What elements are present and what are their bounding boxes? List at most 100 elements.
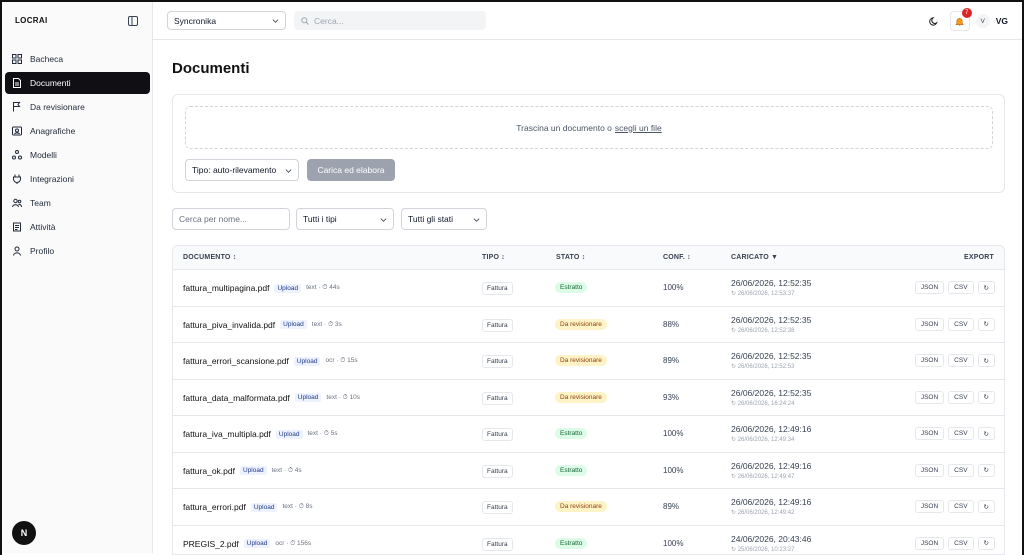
company-select-value: Syncronika bbox=[174, 15, 217, 26]
export-csv-button[interactable]: CSV bbox=[948, 500, 974, 513]
confidence-value: 100% bbox=[663, 538, 684, 548]
processing-meta: ocr · ⏱ 15s bbox=[325, 357, 358, 364]
export-csv-button[interactable]: CSV bbox=[948, 317, 974, 331]
export-json-button[interactable]: JSON bbox=[914, 463, 945, 477]
reprocess-button[interactable]: ↻ bbox=[977, 281, 995, 294]
table-row[interactable]: fattura_errori_scansione.pdf Upload ocr · … bbox=[173, 343, 1004, 380]
reprocess-button[interactable]: ↻ bbox=[977, 354, 995, 367]
table-row[interactable]: fattura_errori.pdf Upload text · ⏱ 8s Fattu… bbox=[173, 489, 1004, 526]
col-tipo[interactable]: TIPO ↕ bbox=[482, 254, 505, 261]
reprocess-button[interactable]: ↻ bbox=[977, 500, 995, 513]
uploaded-cell: 26/06/2026, 12:49:16 ↻ 26/06/2026, 12:49:… bbox=[731, 497, 811, 516]
document-cell: fattura_errori.pdf Upload text · ⏱ 8s bbox=[183, 502, 312, 512]
export-csv-button[interactable]: CSV bbox=[948, 390, 974, 404]
sidebar-item-modelli[interactable]: Modelli bbox=[5, 144, 150, 166]
uploaded-date: 26/06/2026, 12:49:16 bbox=[731, 424, 812, 434]
col-caricato[interactable]: CARICATO ▼ bbox=[731, 254, 778, 261]
source-badge: Upload bbox=[250, 502, 278, 512]
updated-date: ↻ 26/06/2026, 12:49:42 bbox=[731, 510, 795, 516]
table-row[interactable]: fattura_data_malformata.pdf Upload text · … bbox=[173, 380, 1004, 416]
sidebar-item-da-revisionare[interactable]: Da revisionare bbox=[5, 96, 150, 118]
reprocess-button[interactable]: ↻ bbox=[977, 317, 995, 331]
uploaded-cell: 26/06/2026, 12:52:35 ↻ 26/06/2026, 12:52:… bbox=[731, 351, 811, 370]
document-name[interactable]: fattura_multipagina.pdf bbox=[183, 283, 269, 293]
sidebar-item-attivita[interactable]: Attività bbox=[5, 216, 150, 238]
document-cell: fattura_multipagina.pdf Upload text · ⏱ 44… bbox=[183, 283, 340, 293]
col-documento[interactable]: DOCUMENTO ↕ bbox=[183, 254, 236, 261]
notifications-badge: 7 bbox=[961, 8, 972, 18]
export-json-button[interactable]: JSON bbox=[914, 536, 945, 550]
state-filter-value: Tutti gli stati bbox=[408, 214, 454, 224]
export-json-button[interactable]: JSON bbox=[914, 317, 945, 331]
sidebar-item-label: Da revisionare bbox=[30, 102, 85, 112]
document-name[interactable]: fattura_errori_scansione.pdf bbox=[183, 356, 289, 366]
state-filter-select[interactable]: Tutti gli stati bbox=[401, 208, 487, 230]
export-actions: JSON CSV ↻ bbox=[914, 281, 995, 294]
uploaded-date: 24/06/2026, 20:43:46 bbox=[731, 533, 812, 544]
processing-meta: text · ⏱ 4s bbox=[271, 466, 302, 474]
sidebar-item-profilo[interactable]: Profilo bbox=[5, 240, 150, 262]
export-json-button[interactable]: JSON bbox=[914, 281, 945, 294]
export-json-button[interactable]: JSON bbox=[914, 390, 945, 404]
status-badge: Da revisionare bbox=[555, 391, 607, 403]
table-row[interactable]: fattura_iva_multipla.pdf Upload text · ⏱ 5… bbox=[173, 416, 1004, 453]
reprocess-button[interactable]: ↻ bbox=[977, 536, 995, 550]
col-stato[interactable]: STATO ↕ bbox=[556, 254, 585, 261]
document-name[interactable]: PREGIS_2.pdf bbox=[183, 539, 239, 549]
search-input[interactable]: Cerca... bbox=[294, 11, 486, 30]
company-select[interactable]: Syncronika bbox=[167, 11, 286, 30]
document-type-select[interactable]: Tipo: auto-rilevamento bbox=[185, 159, 299, 181]
page-title: Documenti bbox=[172, 60, 250, 77]
bell-icon bbox=[955, 17, 964, 25]
sidebar-item-anagrafiche[interactable]: Anagrafiche bbox=[5, 120, 150, 142]
sidebar-item-team[interactable]: Team bbox=[5, 192, 150, 214]
choose-file-link[interactable]: scegli un file bbox=[615, 123, 662, 133]
export-actions: JSON CSV ↻ bbox=[914, 500, 995, 513]
file-dropzone[interactable]: Trascina un documento o scegli un file bbox=[185, 106, 993, 149]
document-name[interactable]: fattura_piva_invalida.pdf bbox=[183, 320, 275, 330]
reprocess-button[interactable]: ↻ bbox=[977, 427, 995, 440]
document-name[interactable]: fattura_iva_multipla.pdf bbox=[183, 429, 271, 439]
notifications-button[interactable]: 7 bbox=[949, 8, 972, 31]
document-name[interactable]: fattura_data_malformata.pdf bbox=[183, 393, 290, 403]
document-name[interactable]: fattura_errori.pdf bbox=[183, 502, 246, 512]
table-row[interactable]: fattura_ok.pdf Upload text · ⏱ 4s Fattura Es… bbox=[173, 453, 1004, 489]
sidebar-item-documenti[interactable]: Documenti bbox=[5, 72, 150, 94]
table-row[interactable]: fattura_piva_invalida.pdf Upload text · ⏱ … bbox=[173, 307, 1004, 343]
export-json-button[interactable]: JSON bbox=[914, 500, 945, 513]
export-csv-button[interactable]: CSV bbox=[948, 281, 974, 294]
sidebar-item-integrazioni[interactable]: Integrazioni bbox=[5, 168, 150, 190]
table-row[interactable]: PREGIS_2.pdf Upload ocr · ⏱ 156s Fattura Est… bbox=[173, 526, 1004, 555]
user-initials[interactable]: VG bbox=[996, 16, 1008, 26]
export-json-button[interactable]: JSON bbox=[914, 427, 945, 440]
theme-toggle-button[interactable] bbox=[924, 11, 944, 31]
export-csv-button[interactable]: CSV bbox=[948, 463, 974, 477]
search-placeholder: Cerca... bbox=[314, 15, 344, 26]
framework-logo[interactable]: N bbox=[12, 521, 36, 545]
reprocess-button[interactable]: ↻ bbox=[977, 390, 995, 404]
sidebar-item-label: Bacheca bbox=[30, 54, 64, 64]
document-name[interactable]: fattura_ok.pdf bbox=[183, 466, 235, 476]
export-json-button[interactable]: JSON bbox=[914, 354, 945, 367]
sidebar-collapse-icon[interactable] bbox=[128, 16, 138, 26]
topbar-actions: 7 V VG bbox=[924, 8, 1008, 31]
avatar[interactable]: V bbox=[975, 14, 990, 28]
chevron-down-icon bbox=[473, 217, 480, 222]
reprocess-button[interactable]: ↻ bbox=[977, 463, 995, 477]
table-row[interactable]: fattura_multipagina.pdf Upload text · ⏱ 44… bbox=[173, 270, 1004, 307]
type-filter-value: Tutti i tipi bbox=[303, 214, 337, 224]
document-type-value: Tipo: auto-rilevamento bbox=[192, 165, 277, 175]
name-search-input[interactable]: Cerca per nome... bbox=[172, 208, 290, 230]
document-icon bbox=[12, 78, 22, 88]
export-csv-button[interactable]: CSV bbox=[948, 427, 974, 440]
upload-process-button[interactable]: Carica ed elabora bbox=[307, 159, 395, 181]
processing-meta: text · ⏱ 44s bbox=[306, 284, 340, 291]
updated-date: ↻ 26/06/2026, 12:49:34 bbox=[731, 437, 795, 443]
col-export: EXPORT bbox=[964, 254, 994, 261]
plug-icon bbox=[12, 174, 22, 184]
type-filter-select[interactable]: Tutti i tipi bbox=[296, 208, 394, 230]
export-csv-button[interactable]: CSV bbox=[948, 536, 974, 550]
col-conf[interactable]: CONF. ↕ bbox=[663, 254, 691, 261]
export-csv-button[interactable]: CSV bbox=[948, 354, 974, 367]
sidebar-item-bacheca[interactable]: Bacheca bbox=[5, 48, 150, 70]
